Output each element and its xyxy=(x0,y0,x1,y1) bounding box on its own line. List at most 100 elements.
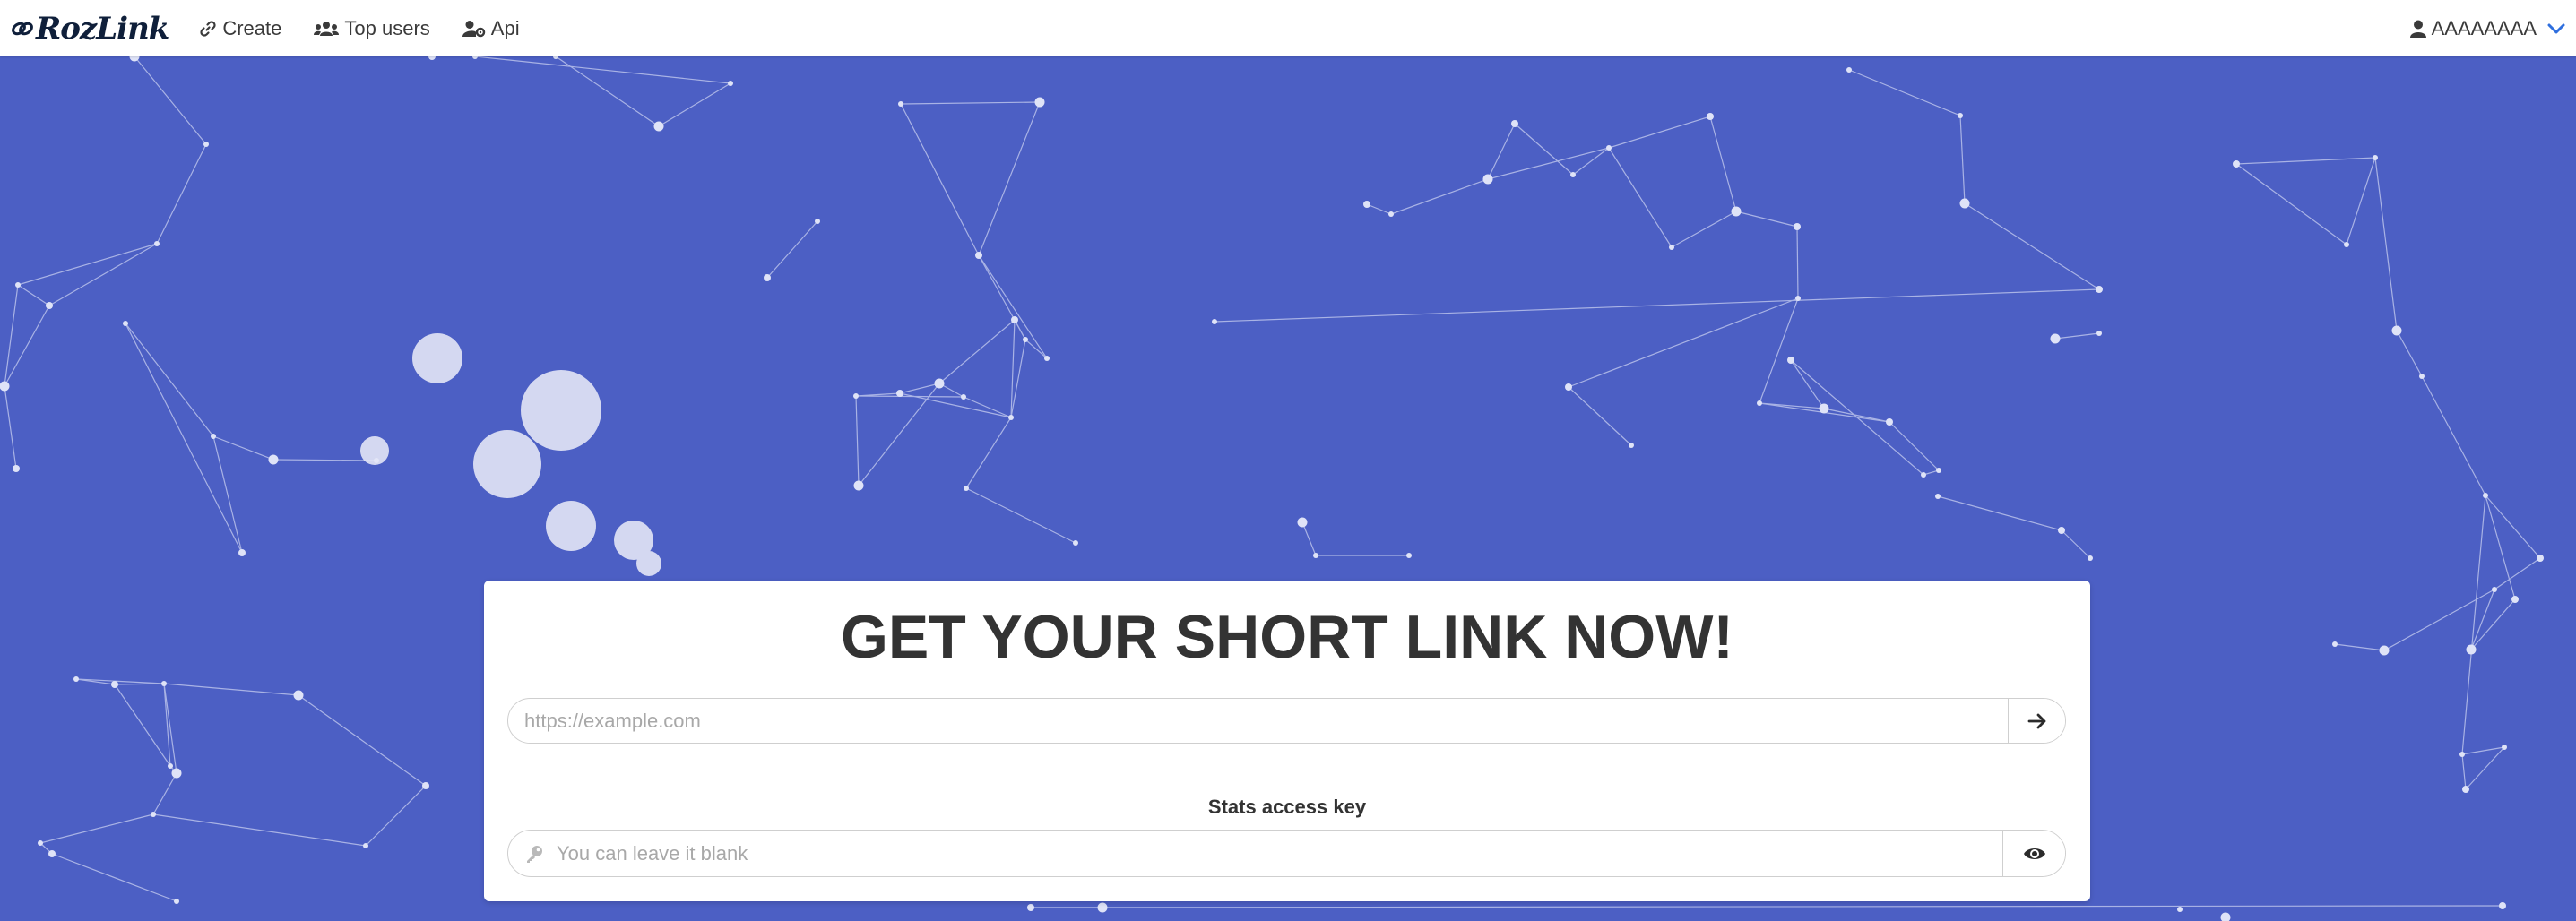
network-line xyxy=(965,487,1076,544)
url-input-group xyxy=(507,698,2066,744)
network-node xyxy=(853,480,864,491)
network-node xyxy=(1388,211,1394,217)
network-node xyxy=(2511,596,2519,603)
network-node xyxy=(975,252,982,259)
user-menu[interactable]: AAAAAAAA xyxy=(2409,0,2565,56)
network-node xyxy=(1959,198,1970,209)
network-node xyxy=(961,394,966,400)
nav-item-api[interactable]: Api xyxy=(462,17,520,40)
network-node xyxy=(0,381,10,392)
network-line xyxy=(963,396,1012,418)
network-node xyxy=(553,56,558,59)
network-node xyxy=(2096,331,2102,336)
network-line xyxy=(2235,163,2347,245)
network-line xyxy=(2334,643,2385,651)
network-node xyxy=(1935,494,1941,499)
network-line xyxy=(978,254,1048,359)
network-node xyxy=(853,393,859,399)
network-node xyxy=(111,681,118,688)
network-node xyxy=(2233,160,2240,168)
network-line xyxy=(1608,147,1673,248)
network-bubble xyxy=(636,551,661,576)
network-node xyxy=(1212,319,1217,324)
network-node xyxy=(2088,555,2093,561)
network-node xyxy=(1044,356,1050,361)
network-line xyxy=(965,417,1012,489)
network-line xyxy=(1959,115,1966,204)
url-input[interactable] xyxy=(508,699,2008,743)
network-node xyxy=(1570,172,1576,177)
user-cog-icon xyxy=(462,20,486,37)
shorten-card: GET YOUR SHORT LINK NOW! Stats access ke… xyxy=(484,581,2090,901)
network-node xyxy=(1482,174,1493,185)
stats-key-input[interactable] xyxy=(544,831,2002,876)
network-node xyxy=(1363,201,1370,208)
network-line xyxy=(2054,332,2100,340)
network-line xyxy=(1735,211,1798,228)
network-node xyxy=(2492,587,2497,592)
network-line xyxy=(938,319,1016,384)
network-line xyxy=(48,243,158,306)
network-line xyxy=(1366,203,1392,215)
network-node xyxy=(123,321,128,326)
navbar: RozLink Create Top users Api AAAAAAAA xyxy=(0,0,2576,56)
network-line xyxy=(1709,116,1737,212)
network-bubble xyxy=(546,501,596,551)
network-node xyxy=(1313,553,1318,558)
network-node xyxy=(815,219,820,224)
network-line xyxy=(1889,421,1940,471)
network-line xyxy=(2061,529,2091,559)
nav-item-label: Api xyxy=(490,16,520,39)
network-line xyxy=(2485,495,2516,600)
network-node xyxy=(1565,383,1572,391)
network-node xyxy=(422,782,429,789)
network-line xyxy=(1796,226,1799,299)
network-node xyxy=(1794,223,1801,230)
nav-item-top-users[interactable]: Top users xyxy=(314,16,430,40)
toggle-key-visibility-button[interactable] xyxy=(2002,831,2065,876)
network-line xyxy=(17,284,50,306)
network-node xyxy=(1958,113,1963,118)
nav-links: Create Top users Api xyxy=(199,17,551,40)
network-node xyxy=(428,56,436,60)
logo-link-icon xyxy=(12,22,33,35)
network-line xyxy=(156,143,207,245)
network-node xyxy=(1669,245,1674,250)
network-node xyxy=(211,434,216,439)
network-line xyxy=(212,435,274,460)
shorten-submit-button[interactable] xyxy=(2008,699,2065,743)
network-line xyxy=(2465,746,2505,790)
network-node xyxy=(1795,296,1801,301)
network-bubble xyxy=(412,333,462,383)
network-node xyxy=(268,454,279,465)
network-node xyxy=(168,763,173,769)
brand-text: RozLink xyxy=(36,10,169,47)
network-node xyxy=(203,142,209,147)
network-bubble xyxy=(473,430,541,498)
user-name: AAAAAAAA xyxy=(2431,16,2537,39)
brand-logo[interactable]: RozLink xyxy=(11,5,169,52)
users-icon xyxy=(314,21,340,36)
network-node xyxy=(2499,902,2506,909)
network-node xyxy=(46,302,53,309)
network-line xyxy=(2346,157,2376,245)
network-bubble xyxy=(521,370,601,451)
nav-item-label: Create xyxy=(222,16,282,39)
network-line xyxy=(855,395,964,398)
network-node xyxy=(896,390,903,397)
network-line xyxy=(1030,905,2503,908)
network-node xyxy=(1297,517,1308,528)
network-bubble xyxy=(360,436,389,465)
network-node xyxy=(48,850,56,857)
network-line xyxy=(163,683,299,696)
network-line xyxy=(1390,178,1489,215)
nav-item-create[interactable]: Create xyxy=(199,17,281,40)
network-node xyxy=(151,812,156,817)
network-line xyxy=(1823,408,1890,423)
network-node xyxy=(154,241,160,246)
network-node xyxy=(1757,400,1762,406)
user-icon xyxy=(2409,20,2426,38)
network-line xyxy=(4,385,17,469)
nav-item-label: Top users xyxy=(344,16,430,39)
network-node xyxy=(238,549,246,556)
